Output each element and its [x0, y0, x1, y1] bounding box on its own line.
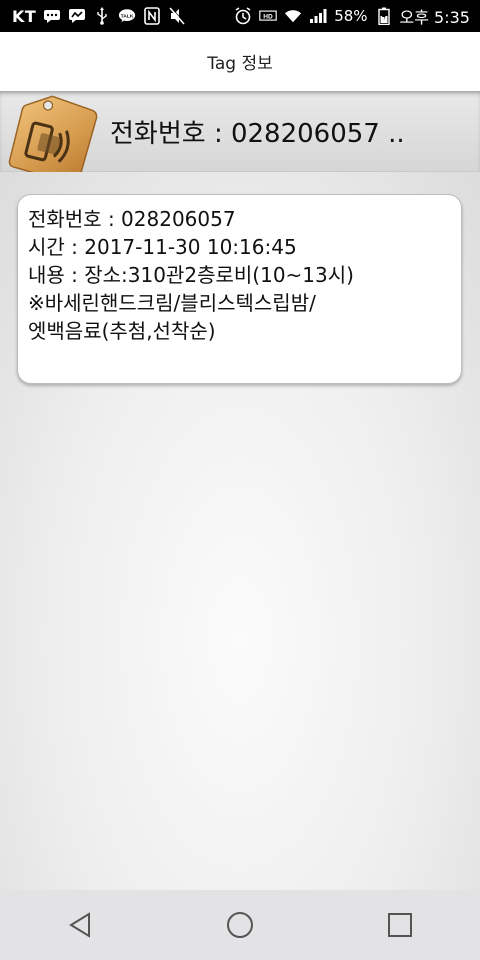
hd-voice-icon: HD — [259, 7, 277, 25]
messenger-icon — [68, 7, 86, 25]
clock: 오후 5:35 — [399, 8, 470, 27]
tag-info-card: 전화번호 : 028206057 시간 : 2017-11-30 10:16:4… — [17, 194, 462, 384]
svg-text:HD: HD — [263, 13, 273, 20]
home-icon — [227, 912, 253, 938]
content-line-2: ※바세린핸드크림/블리스텍스립밤/ — [28, 291, 316, 315]
signal-icon — [309, 7, 327, 25]
time-line: 시간 : 2017-11-30 10:16:45 — [28, 235, 297, 259]
kakaotalk-icon: TALK — [118, 7, 136, 25]
recents-button[interactable] — [370, 895, 430, 955]
recents-icon — [388, 913, 412, 937]
navigation-bar — [0, 890, 480, 960]
svg-text:TALK: TALK — [121, 13, 134, 19]
content-area: 전화번호 : 028206057 시간 : 2017-11-30 10:16:4… — [0, 172, 480, 890]
status-bar: KT TALK HD 58% 오후 5:35 — [0, 0, 480, 32]
mute-icon — [168, 7, 186, 25]
page-title: Tag 정보 — [207, 54, 273, 74]
alarm-icon — [234, 7, 252, 25]
carrier-label: KT — [12, 6, 37, 26]
tag-header: 전화번호 : 028206057 .. — [0, 91, 480, 185]
status-right: HD 58% 오후 5:35 — [234, 4, 470, 28]
status-left: KT TALK — [12, 7, 186, 26]
nfc-icon — [143, 7, 161, 25]
battery-percent: 58% — [334, 7, 368, 25]
content-line-3: 엣백음료(추첨,선착순) — [28, 319, 216, 343]
content-line: 내용 : 장소:310관2층로비(10~13시) — [28, 263, 354, 287]
battery-icon — [375, 7, 393, 25]
phone-line: 전화번호 : 028206057 — [28, 207, 236, 231]
app-title-bar: Tag 정보 — [0, 32, 480, 92]
back-button[interactable] — [50, 895, 110, 955]
wifi-icon — [284, 7, 302, 25]
back-icon — [69, 912, 90, 938]
usb-icon — [93, 7, 111, 25]
chat-icon — [43, 7, 61, 25]
tag-summary-title: 전화번호 : 028206057 .. — [110, 119, 405, 149]
home-button[interactable] — [210, 895, 270, 955]
